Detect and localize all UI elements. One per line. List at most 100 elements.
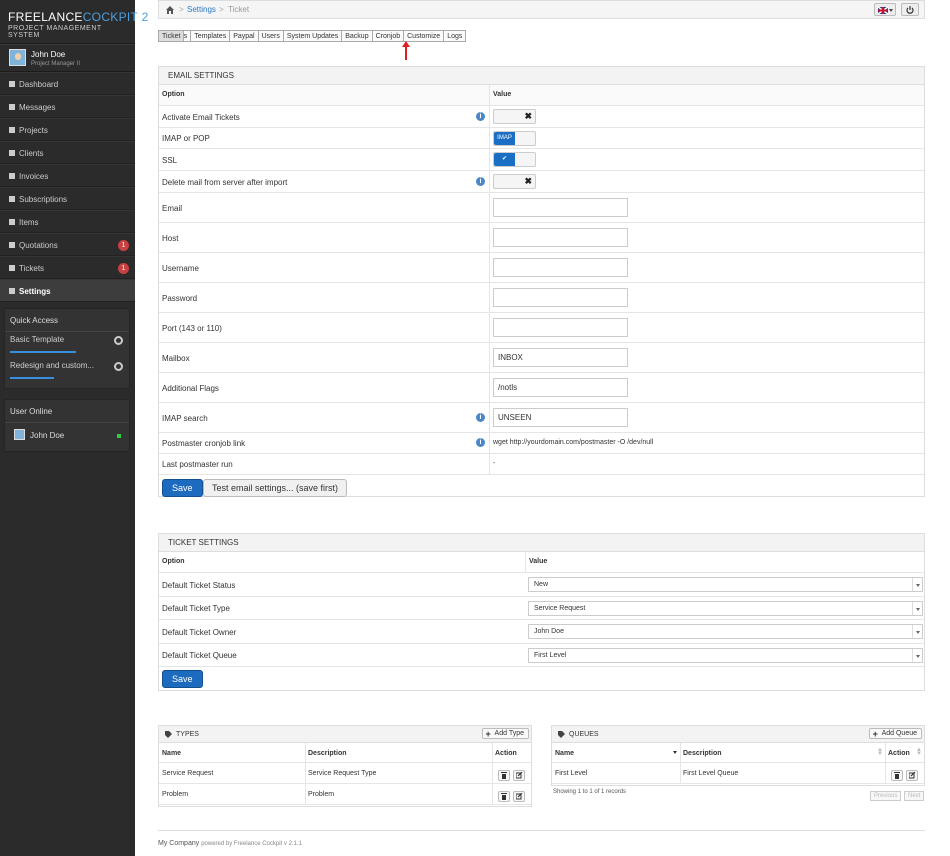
add-queue-button[interactable]: Add Queue bbox=[868, 728, 922, 739]
sidebar-item-items[interactable]: Items bbox=[0, 210, 135, 233]
avatar bbox=[14, 429, 25, 440]
timer-icon[interactable] bbox=[114, 362, 123, 371]
logout-button[interactable] bbox=[901, 3, 919, 16]
tab-paypal[interactable]: Paypal bbox=[229, 30, 259, 42]
user-role: Project Manager II bbox=[31, 61, 81, 67]
activate-email-toggle[interactable]: ✖ bbox=[493, 109, 536, 124]
setting-label: Last postmaster run bbox=[162, 460, 233, 469]
delete-button[interactable] bbox=[498, 770, 510, 781]
gear-icon bbox=[9, 288, 15, 294]
tab-backup[interactable]: Backup bbox=[341, 30, 373, 42]
avatar[interactable] bbox=[9, 49, 26, 66]
table-header: Option Value bbox=[159, 85, 924, 106]
sidebar-item-projects[interactable]: Projects bbox=[0, 118, 135, 141]
setting-label: Password bbox=[162, 294, 198, 303]
tab-users[interactable]: Users bbox=[257, 30, 284, 42]
language-select[interactable] bbox=[874, 3, 896, 16]
tab-logs[interactable]: Logs bbox=[443, 30, 467, 42]
sidebar-item-label: Dashboard bbox=[19, 80, 59, 89]
info-icon[interactable]: i bbox=[476, 438, 485, 447]
edit-button[interactable] bbox=[513, 791, 525, 802]
password-field[interactable] bbox=[493, 288, 628, 307]
footer: My Company powered by Freelance Cockpit … bbox=[158, 830, 925, 847]
uk-flag-icon bbox=[878, 7, 888, 14]
sidebar-item-label: Projects bbox=[19, 126, 48, 135]
table-row: Problem Problem bbox=[159, 784, 531, 805]
delete-button[interactable] bbox=[891, 770, 903, 781]
email-field[interactable] bbox=[493, 198, 628, 217]
save-button[interactable]: Save bbox=[162, 670, 203, 688]
sort-icon[interactable]: ▲ ▼ bbox=[916, 747, 922, 757]
tab-templates[interactable]: Templates bbox=[190, 30, 231, 42]
list-icon bbox=[9, 196, 15, 202]
column-header-description[interactable]: Description bbox=[683, 750, 722, 757]
sidebar-item-messages[interactable]: Messages bbox=[0, 95, 135, 118]
additional-flags-field[interactable]: /notls bbox=[493, 378, 628, 397]
edit-button[interactable] bbox=[513, 770, 525, 781]
edit-button[interactable] bbox=[906, 770, 918, 781]
online-user[interactable]: John Doe bbox=[5, 423, 129, 447]
previous-page-button[interactable]: Previous bbox=[870, 791, 902, 801]
info-icon[interactable]: i bbox=[476, 177, 485, 186]
default-ticket-type-select[interactable]: Service Request bbox=[528, 601, 923, 616]
sidebar-item-subscriptions[interactable]: Subscriptions bbox=[0, 187, 135, 210]
column-header-name[interactable]: Name bbox=[555, 750, 574, 757]
sidebar: FREELANCECOCKPIT 2 PROJECT MANAGEMENT SY… bbox=[0, 0, 148, 856]
timer-icon[interactable] bbox=[114, 336, 123, 345]
add-type-button[interactable]: Add Type bbox=[481, 728, 529, 739]
column-header-action[interactable]: Action bbox=[888, 750, 910, 757]
default-ticket-queue-select[interactable]: First Level bbox=[528, 648, 923, 663]
info-icon[interactable]: i bbox=[476, 413, 485, 422]
tab-cronjob[interactable]: Cronjob bbox=[371, 30, 405, 42]
imap-pop-toggle[interactable]: IMAP bbox=[493, 131, 536, 146]
next-page-button[interactable]: Next bbox=[904, 791, 925, 801]
tab-system-updates[interactable]: System Updates bbox=[282, 30, 343, 42]
sidebar-item-label: Clients bbox=[19, 149, 44, 158]
test-email-settings-button[interactable]: Test email settings... (save first) bbox=[203, 479, 348, 497]
email-settings-title: EMAIL SETTINGS bbox=[159, 67, 924, 85]
setting-label: Postmaster cronjob link bbox=[162, 439, 246, 448]
port-field[interactable] bbox=[493, 318, 628, 337]
info-icon[interactable]: i bbox=[476, 112, 485, 121]
quick-access-item[interactable]: Redesign and custom... bbox=[5, 358, 129, 384]
default-ticket-status-select[interactable]: New bbox=[528, 577, 923, 592]
quick-access-panel: Quick Access Basic Template Redesign and… bbox=[4, 308, 130, 389]
mailbox-field[interactable]: INBOX bbox=[493, 348, 628, 367]
sort-desc-icon[interactable] bbox=[673, 751, 677, 754]
quick-access-item[interactable]: Basic Template bbox=[5, 332, 129, 358]
delete-mail-toggle[interactable]: ✖ bbox=[493, 174, 536, 189]
sidebar-item-tickets[interactable]: Tickets 1 bbox=[0, 256, 135, 279]
notification-badge: 1 bbox=[118, 240, 129, 251]
host-field[interactable] bbox=[493, 228, 628, 247]
imap-search-field[interactable]: UNSEEN bbox=[493, 408, 628, 427]
tab-ticket[interactable]: Ticket bbox=[158, 30, 185, 42]
sidebar-item-settings[interactable]: Settings bbox=[0, 279, 135, 302]
sort-icon[interactable]: ▲ ▼ bbox=[877, 747, 883, 757]
breadcrumb-parent-link[interactable]: Settings bbox=[187, 5, 216, 14]
delete-button[interactable] bbox=[498, 791, 510, 802]
setting-row: Default Ticket Queue First Level bbox=[159, 644, 924, 667]
setting-label: Default Ticket Owner bbox=[162, 628, 237, 637]
user-online-title: User Online bbox=[5, 404, 129, 423]
username-field[interactable] bbox=[493, 258, 628, 277]
setting-row: IMAP or POP IMAP bbox=[159, 128, 924, 149]
setting-label: Email bbox=[162, 204, 183, 213]
quick-access-label: Redesign and custom... bbox=[10, 361, 95, 370]
default-ticket-owner-select[interactable]: John Doe bbox=[528, 624, 923, 639]
home-icon[interactable] bbox=[166, 6, 174, 14]
column-header-description: Description bbox=[308, 750, 347, 757]
save-button[interactable]: Save bbox=[162, 479, 203, 497]
sidebar-item-dashboard[interactable]: Dashboard bbox=[0, 72, 135, 95]
user-panel[interactable]: John Doe Project Manager II bbox=[0, 44, 135, 72]
main-content: > Settings > Ticket Settings Templates P… bbox=[135, 0, 950, 856]
sidebar-item-invoices[interactable]: Invoices bbox=[0, 164, 135, 187]
app-logo[interactable]: FREELANCECOCKPIT 2 PROJECT MANAGEMENT SY… bbox=[0, 0, 148, 44]
ssl-toggle[interactable]: ✔ bbox=[493, 152, 536, 167]
sidebar-item-quotations[interactable]: Quotations 1 bbox=[0, 233, 135, 256]
setting-row: Mailbox INBOX bbox=[159, 343, 924, 373]
sidebar-item-clients[interactable]: Clients bbox=[0, 141, 135, 164]
table-header: Option Value bbox=[159, 552, 924, 573]
brand-primary: FREELANCE bbox=[8, 10, 83, 24]
sidebar-item-label: Settings bbox=[19, 287, 51, 296]
tag-icon bbox=[165, 731, 172, 738]
